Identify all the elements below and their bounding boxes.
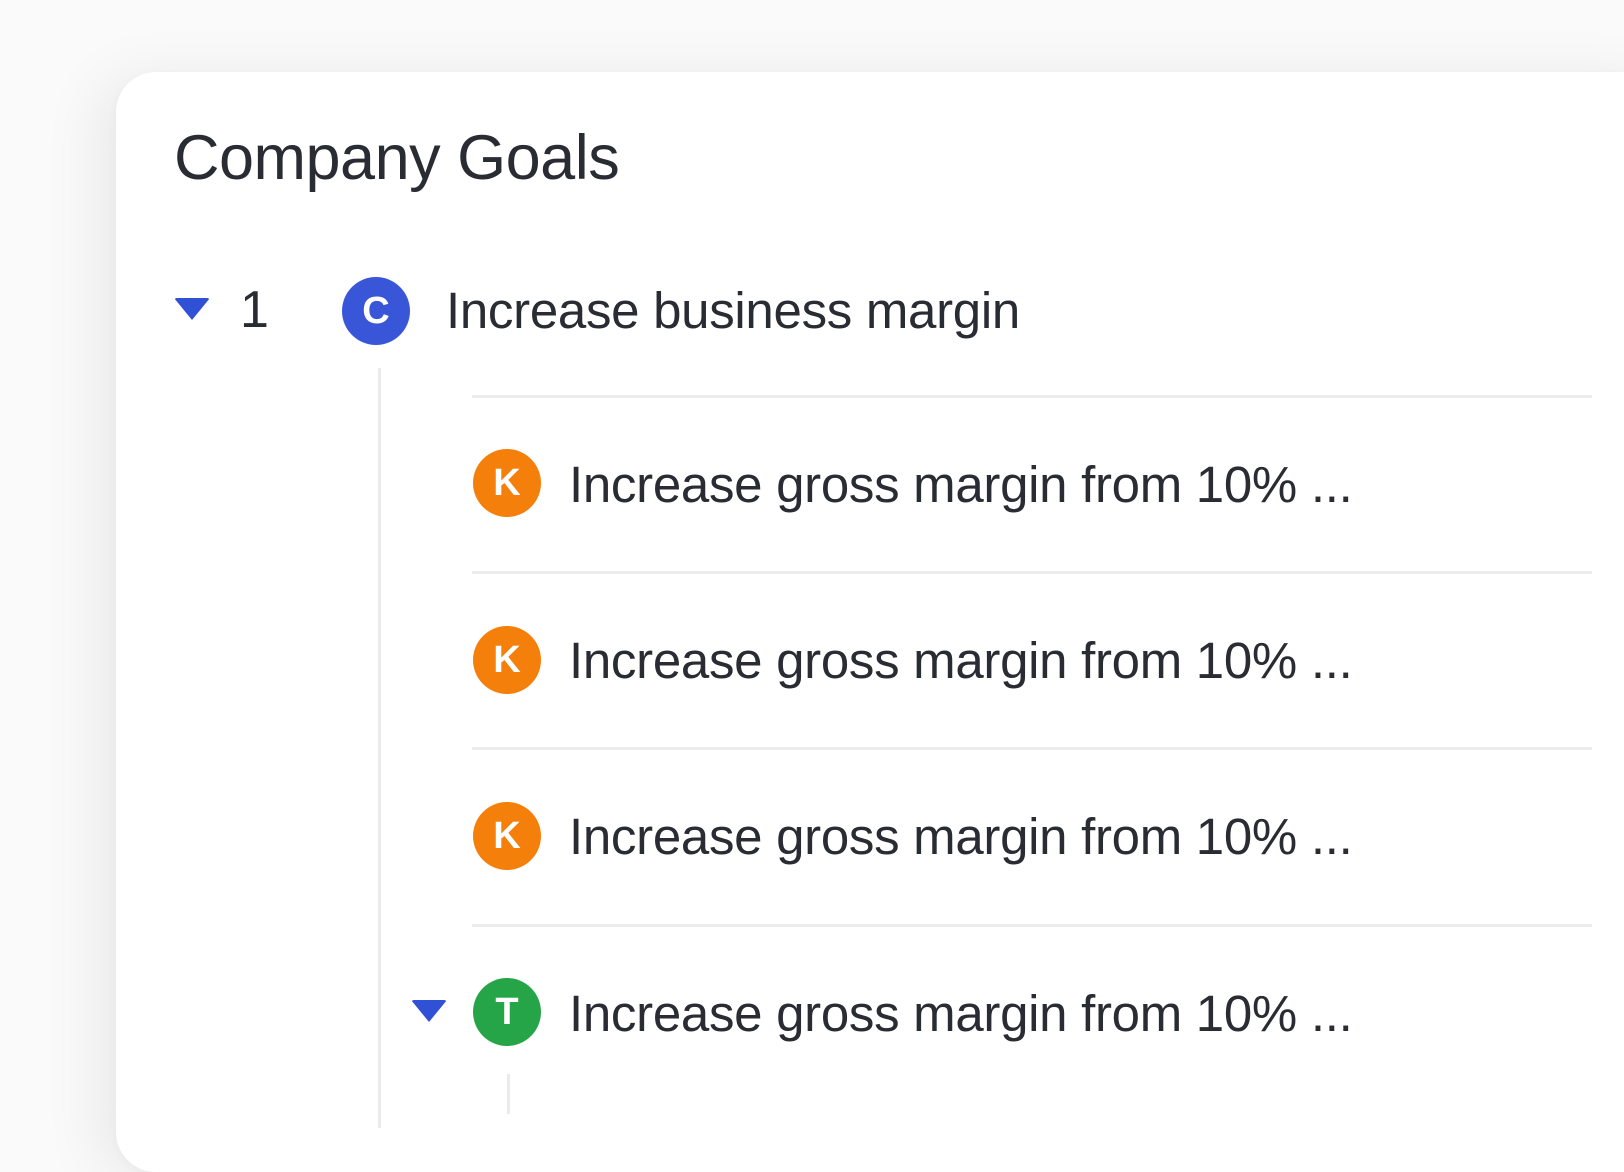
row-divider (472, 747, 1592, 750)
key-result-title[interactable]: Increase gross margin from 10% ... (569, 453, 1353, 517)
caret-down-icon[interactable] (411, 1000, 447, 1022)
row-divider (472, 924, 1592, 927)
goal-title[interactable]: Increase business margin (446, 279, 1020, 343)
key-result-title[interactable]: Increase gross margin from 10% ... (569, 805, 1353, 869)
row-divider (472, 395, 1592, 398)
row-divider (472, 571, 1592, 574)
tree-connector-line (507, 1074, 510, 1114)
key-result-title[interactable]: Increase gross margin from 10% ... (569, 629, 1353, 693)
key-result-badge: K (473, 449, 541, 517)
task-title[interactable]: Increase gross margin from 10% ... (569, 982, 1353, 1046)
key-result-badge: K (473, 802, 541, 870)
goal-number: 1 (240, 281, 269, 339)
caret-down-icon[interactable] (174, 298, 210, 320)
tree-connector-line (378, 368, 381, 1128)
goal-type-badge: C (342, 277, 410, 345)
page-title: Company Goals (174, 123, 620, 193)
key-result-badge: K (473, 626, 541, 694)
task-badge: T (473, 978, 541, 1046)
